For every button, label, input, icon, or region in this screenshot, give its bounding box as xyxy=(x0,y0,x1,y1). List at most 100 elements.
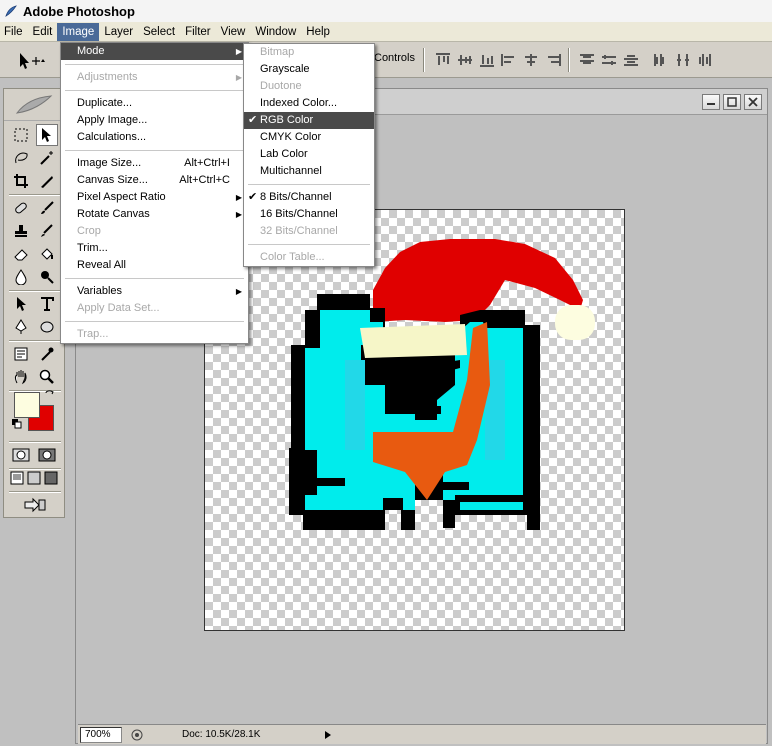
menu-item-multichannel[interactable]: Multichannel xyxy=(244,163,374,180)
menu-help[interactable]: Help xyxy=(301,23,335,41)
menu-item-calculations[interactable]: Calculations... xyxy=(61,129,248,146)
menu-image[interactable]: Image xyxy=(57,22,100,41)
photoshop-app-icon xyxy=(3,3,19,19)
zoom-level-field[interactable]: 700% xyxy=(80,726,122,743)
lasso-tool-icon[interactable] xyxy=(10,147,32,169)
submenu-arrow-icon: ▶ xyxy=(235,193,242,202)
crop-tool-icon[interactable] xyxy=(10,170,32,192)
menu-filter[interactable]: Filter xyxy=(180,23,216,41)
menu-item-image-size[interactable]: Image Size... Alt+Ctrl+I xyxy=(61,155,248,172)
standard-mode-icon[interactable] xyxy=(10,444,32,466)
align-hcenter-icon[interactable] xyxy=(522,51,540,69)
menu-item-label: Apply Data Set... xyxy=(77,302,160,314)
toolbox-separator xyxy=(9,441,61,443)
menu-item-color-table: Color Table... xyxy=(244,249,374,266)
menu-item-shortcut: Alt+Ctrl+C xyxy=(179,174,230,186)
toolbox-header[interactable] xyxy=(4,89,64,121)
type-tool-icon[interactable] xyxy=(36,293,58,315)
distribute-vcenter-icon[interactable] xyxy=(600,51,618,69)
distribute-left-icon[interactable] xyxy=(652,51,670,69)
zoom-tool-icon[interactable] xyxy=(36,366,58,388)
screen-mode-icons[interactable] xyxy=(10,471,60,487)
menu-item-duplicate[interactable]: Duplicate... xyxy=(61,95,248,112)
menu-separator xyxy=(61,146,248,155)
tool-preset-picker[interactable] xyxy=(6,50,46,72)
menu-select[interactable]: Select xyxy=(138,23,180,41)
magic-wand-icon[interactable] xyxy=(36,147,58,169)
status-menu-arrow-icon[interactable] xyxy=(323,728,333,742)
maximize-icon[interactable] xyxy=(723,94,741,110)
ellipse-tool-icon[interactable] xyxy=(36,316,58,338)
move-tool-icon[interactable] xyxy=(36,124,58,146)
menu-item-lab-color[interactable]: Lab Color xyxy=(244,146,374,163)
foreground-color-swatch[interactable] xyxy=(14,392,40,418)
dodge-tool-icon[interactable] xyxy=(36,266,58,288)
notes-tool-icon[interactable] xyxy=(10,343,32,365)
brush-tool-icon[interactable] xyxy=(36,197,58,219)
menu-item-apply-image[interactable]: Apply Image... xyxy=(61,112,248,129)
menu-item-grayscale[interactable]: Grayscale xyxy=(244,61,374,78)
menu-item-mode[interactable]: Mode ▶ xyxy=(61,43,248,60)
blur-tool-icon[interactable] xyxy=(10,266,32,288)
menu-view[interactable]: View xyxy=(216,23,251,41)
align-bottom-icon[interactable] xyxy=(478,51,496,69)
distribute-bottom-icon[interactable] xyxy=(622,51,640,69)
menu-item-label: Crop xyxy=(77,225,101,237)
swap-colors-icon[interactable] xyxy=(44,389,56,401)
status-info-icon[interactable] xyxy=(130,728,144,742)
menu-item-rotate-canvas[interactable]: Rotate Canvas ▶ xyxy=(61,206,248,223)
jump-to-imageready-icon[interactable] xyxy=(22,494,48,516)
distribute-top-icon[interactable] xyxy=(578,51,596,69)
menu-layer[interactable]: Layer xyxy=(99,23,138,41)
menu-item-crop: Crop xyxy=(61,223,248,240)
align-right-icon[interactable] xyxy=(544,51,562,69)
menu-item-label: Multichannel xyxy=(260,165,322,177)
menu-file[interactable]: File xyxy=(0,23,28,41)
minimize-icon[interactable] xyxy=(702,94,720,110)
show-transform-controls-label[interactable]: Controls xyxy=(374,52,415,64)
menu-item-indexed-color[interactable]: Indexed Color... xyxy=(244,95,374,112)
toolbox-separator xyxy=(9,468,61,470)
toolbox-separator xyxy=(9,290,61,292)
menu-separator xyxy=(61,317,248,326)
menu-window[interactable]: Window xyxy=(250,23,301,41)
quickmask-mode-icon[interactable] xyxy=(36,444,58,466)
align-top-icon[interactable] xyxy=(434,51,452,69)
menu-bar: File Edit Image Layer Select Filter View… xyxy=(0,22,772,42)
clone-stamp-icon[interactable] xyxy=(10,220,32,242)
eyedropper-icon[interactable] xyxy=(36,343,58,365)
mode-submenu: Bitmap Grayscale Duotone Indexed Color... ✔ R… xyxy=(243,43,375,267)
menu-item-label: 8 Bits/Channel xyxy=(260,191,332,203)
menu-item-cmyk-color[interactable]: CMYK Color xyxy=(244,129,374,146)
menu-item-trim[interactable]: Trim... xyxy=(61,240,248,257)
menu-item-16-bits-channel[interactable]: 16 Bits/Channel xyxy=(244,206,374,223)
hand-tool-icon[interactable] xyxy=(10,366,32,388)
menu-item-canvas-size[interactable]: Canvas Size... Alt+Ctrl+C xyxy=(61,172,248,189)
align-left-icon[interactable] xyxy=(500,51,518,69)
slice-tool-icon[interactable] xyxy=(36,170,58,192)
menu-item-8-bits-channel[interactable]: ✔ 8 Bits/Channel xyxy=(244,189,374,206)
close-icon[interactable] xyxy=(744,94,762,110)
image-canvas[interactable] xyxy=(204,209,625,631)
menu-item-pixel-aspect-ratio[interactable]: Pixel Aspect Ratio ▶ xyxy=(61,189,248,206)
menu-item-rgb-color[interactable]: ✔ RGB Color xyxy=(244,112,374,129)
menu-edit[interactable]: Edit xyxy=(28,23,58,41)
path-selection-icon[interactable] xyxy=(10,293,32,315)
pen-tool-icon[interactable] xyxy=(10,316,32,338)
marquee-tool-icon[interactable] xyxy=(10,124,32,146)
history-brush-icon[interactable] xyxy=(36,220,58,242)
distribute-hcenter-icon[interactable] xyxy=(674,51,692,69)
menu-item-label: Pixel Aspect Ratio xyxy=(77,191,166,203)
menu-item-label: Grayscale xyxy=(260,63,310,75)
menu-item-label: Rotate Canvas xyxy=(77,208,150,220)
distribute-right-icon[interactable] xyxy=(696,51,714,69)
menu-item-reveal-all[interactable]: Reveal All xyxy=(61,257,248,274)
align-vcenter-icon[interactable] xyxy=(456,51,474,69)
menu-item-variables[interactable]: Variables ▶ xyxy=(61,283,248,300)
paint-bucket-icon[interactable] xyxy=(36,243,58,265)
submenu-arrow-icon: ▶ xyxy=(235,210,242,219)
menu-item-label: Adjustments xyxy=(77,71,138,83)
eraser-tool-icon[interactable] xyxy=(10,243,32,265)
default-colors-icon[interactable] xyxy=(12,419,22,429)
healing-brush-icon[interactable] xyxy=(10,197,32,219)
